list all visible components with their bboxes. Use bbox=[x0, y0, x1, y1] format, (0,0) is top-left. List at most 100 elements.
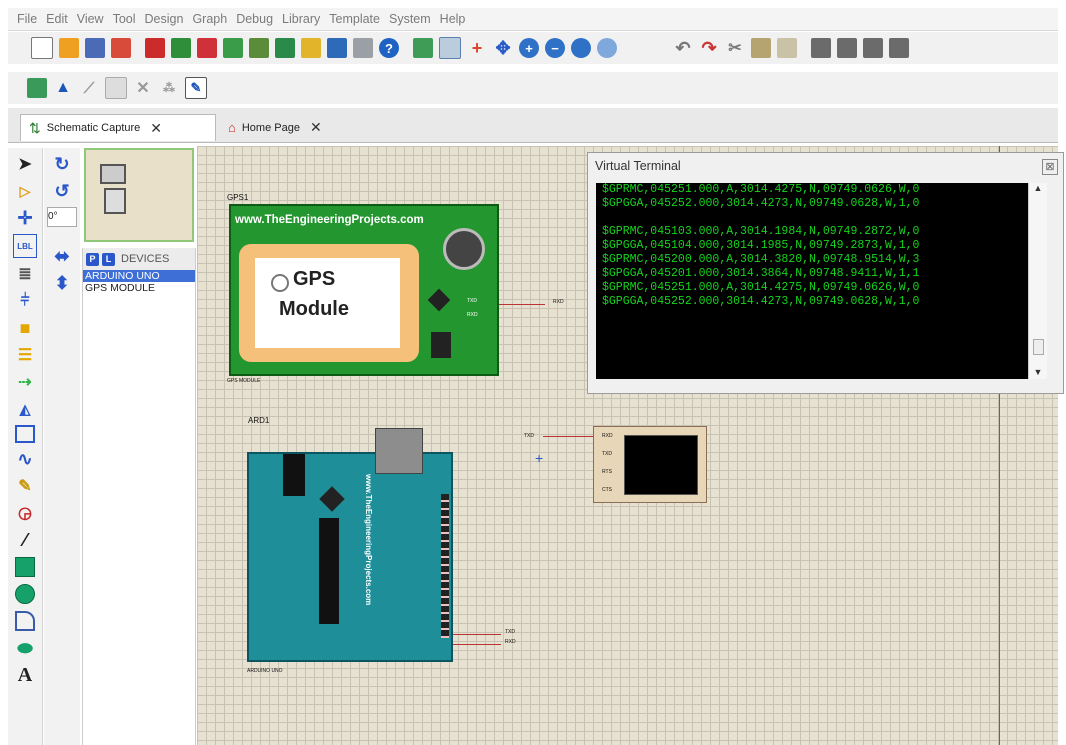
schematic-icon[interactable] bbox=[171, 38, 191, 58]
undo-icon[interactable]: ↶ bbox=[673, 38, 693, 58]
text-tool-icon[interactable]: A bbox=[14, 664, 36, 686]
mirror-vertical-icon[interactable]: ⬍ bbox=[51, 272, 73, 294]
buses-icon[interactable]: ⫩ bbox=[14, 290, 36, 312]
line-tool-icon[interactable]: ⁄ bbox=[14, 529, 36, 551]
text-script-icon[interactable]: ≣ bbox=[14, 263, 36, 285]
rotate-clockwise-icon[interactable]: ↻ bbox=[51, 153, 73, 175]
pick-devices-button[interactable]: P bbox=[86, 252, 99, 266]
rotate-anticlockwise-icon[interactable]: ↺ bbox=[51, 180, 73, 202]
menu-edit[interactable]: Edit bbox=[46, 12, 68, 26]
notes-icon[interactable] bbox=[353, 38, 373, 58]
zoom-out-icon[interactable]: − bbox=[545, 38, 565, 58]
block-move-icon[interactable] bbox=[837, 38, 857, 58]
pcb-icon[interactable] bbox=[197, 38, 217, 58]
new-file-icon[interactable] bbox=[31, 37, 53, 59]
help-icon[interactable]: ? bbox=[379, 38, 399, 58]
menu-design[interactable]: Design bbox=[145, 12, 184, 26]
virtual-instruments-icon[interactable]: ◶ bbox=[14, 502, 36, 524]
scroll-down-icon[interactable]: ▼ bbox=[1029, 367, 1047, 377]
copy-icon[interactable] bbox=[751, 38, 771, 58]
scroll-up-icon[interactable]: ▲ bbox=[1029, 183, 1047, 193]
menu-view[interactable]: View bbox=[77, 12, 104, 26]
virtual-terminal-window[interactable]: Virtual Terminal ⊠ $GPRMC,045251.000,A,3… bbox=[587, 152, 1064, 394]
origin-icon[interactable]: + bbox=[467, 38, 487, 58]
menu-system[interactable]: System bbox=[389, 12, 431, 26]
block-copy-icon[interactable] bbox=[811, 38, 831, 58]
devices-title: DEVICES bbox=[121, 253, 170, 265]
menu-debug[interactable]: Debug bbox=[236, 12, 273, 26]
3d-viewer-icon[interactable] bbox=[223, 38, 243, 58]
zoom-area-icon[interactable] bbox=[597, 38, 617, 58]
usb-chip bbox=[319, 486, 345, 512]
menu-help[interactable]: Help bbox=[440, 12, 466, 26]
bill-of-materials-icon[interactable] bbox=[301, 38, 321, 58]
virtual-terminal-titlebar[interactable]: Virtual Terminal bbox=[588, 153, 1063, 179]
device-list-item[interactable]: ARDUINO UNO bbox=[83, 270, 195, 282]
refresh-icon[interactable] bbox=[413, 38, 433, 58]
tab-home-page[interactable]: ⌂ Home Page ✕ bbox=[220, 114, 360, 141]
generator-icon[interactable]: ∿ bbox=[14, 448, 36, 470]
source-code-icon[interactable] bbox=[327, 38, 347, 58]
menu-template[interactable]: Template bbox=[329, 12, 380, 26]
save-icon[interactable] bbox=[85, 38, 105, 58]
component-mode-icon[interactable]: ▷ bbox=[14, 180, 36, 202]
menu-library[interactable]: Library bbox=[282, 12, 320, 26]
subcircuit-icon[interactable]: ■ bbox=[14, 317, 36, 339]
wire-label-icon[interactable]: LBL bbox=[13, 234, 37, 258]
terminal-line: $GPRMC,045251.000,A,3014.4275,N,09749.06… bbox=[602, 183, 920, 196]
zoom-all-icon[interactable] bbox=[571, 38, 591, 58]
menu-file[interactable]: File bbox=[17, 12, 37, 26]
new-sheet-icon[interactable] bbox=[105, 77, 127, 99]
gps-label-line2: Module bbox=[279, 298, 349, 320]
library-manager-button[interactable]: L bbox=[102, 252, 115, 266]
device-pins-icon[interactable]: ⇢ bbox=[14, 371, 36, 393]
pick-device-icon[interactable] bbox=[27, 78, 47, 98]
grid-icon[interactable] bbox=[439, 37, 461, 59]
block-delete-icon[interactable] bbox=[889, 38, 909, 58]
overview-window[interactable] bbox=[84, 148, 194, 242]
zoom-in-icon[interactable]: + bbox=[519, 38, 539, 58]
gps-module[interactable]: www.TheEngineeringProjects.com GPS Modul… bbox=[229, 204, 499, 376]
gps-chip bbox=[427, 288, 451, 312]
gerber-icon[interactable] bbox=[249, 38, 269, 58]
terminal-scrollbar[interactable]: ▲ ▼ bbox=[1028, 183, 1047, 379]
virtual-terminal-component[interactable]: RXD TXD RTS CTS bbox=[593, 426, 707, 503]
search-binoculars-icon[interactable]: ▲ bbox=[53, 78, 73, 98]
path-tool-icon[interactable]: ⬬ bbox=[14, 637, 36, 659]
rotation-angle-field[interactable]: 0° bbox=[47, 207, 77, 227]
wire-autorouter-icon[interactable]: ⟋ bbox=[79, 78, 99, 98]
circle-tool-icon[interactable] bbox=[14, 583, 36, 605]
arduino-board[interactable]: www.TheEngineeringProjects.com bbox=[247, 428, 453, 662]
design-explorer-icon[interactable] bbox=[275, 38, 295, 58]
close-icon[interactable]: ⊠ bbox=[1042, 159, 1058, 175]
selection-mode-icon[interactable]: ➤ bbox=[14, 153, 36, 175]
mirror-horizontal-icon[interactable]: ⬌ bbox=[51, 245, 73, 267]
redo-icon[interactable]: ↷ bbox=[699, 38, 719, 58]
close-icon[interactable]: ✕ bbox=[150, 120, 162, 137]
tab-schematic-capture[interactable]: ⇅ Schematic Capture ✕ bbox=[20, 114, 216, 141]
netlist-icon[interactable]: ⁂ bbox=[159, 78, 179, 98]
pan-icon[interactable]: ✥ bbox=[493, 38, 513, 58]
block-rotate-icon[interactable] bbox=[863, 38, 883, 58]
graph-icon[interactable]: ◭ bbox=[14, 398, 36, 420]
close-icon[interactable]: ✕ bbox=[310, 119, 322, 136]
home-icon[interactable] bbox=[145, 38, 165, 58]
junction-dot-icon[interactable]: ✛ bbox=[14, 207, 36, 229]
menu-graph[interactable]: Graph bbox=[192, 12, 227, 26]
arduino-tx-wire bbox=[453, 634, 501, 635]
open-file-icon[interactable] bbox=[59, 38, 79, 58]
menu-tool[interactable]: Tool bbox=[113, 12, 136, 26]
arc-tool-icon[interactable] bbox=[14, 610, 36, 632]
paste-icon[interactable] bbox=[777, 38, 797, 58]
scroll-thumb[interactable] bbox=[1033, 339, 1044, 355]
voltage-probe-icon[interactable]: ✎ bbox=[14, 475, 36, 497]
device-list-item[interactable]: GPS MODULE bbox=[83, 282, 195, 294]
edit-icon[interactable]: ✎ bbox=[185, 77, 207, 99]
remove-sheet-icon[interactable]: ✕ bbox=[133, 78, 153, 98]
box-tool-icon[interactable] bbox=[14, 556, 36, 578]
terminal-output[interactable]: $GPRMC,045251.000,A,3014.4275,N,09749.06… bbox=[596, 183, 1028, 379]
cut-icon[interactable]: ✂ bbox=[725, 38, 745, 58]
tape-recorder-icon[interactable] bbox=[15, 425, 35, 443]
terminals-icon[interactable]: ☰ bbox=[14, 344, 36, 366]
exit-icon[interactable] bbox=[111, 38, 131, 58]
